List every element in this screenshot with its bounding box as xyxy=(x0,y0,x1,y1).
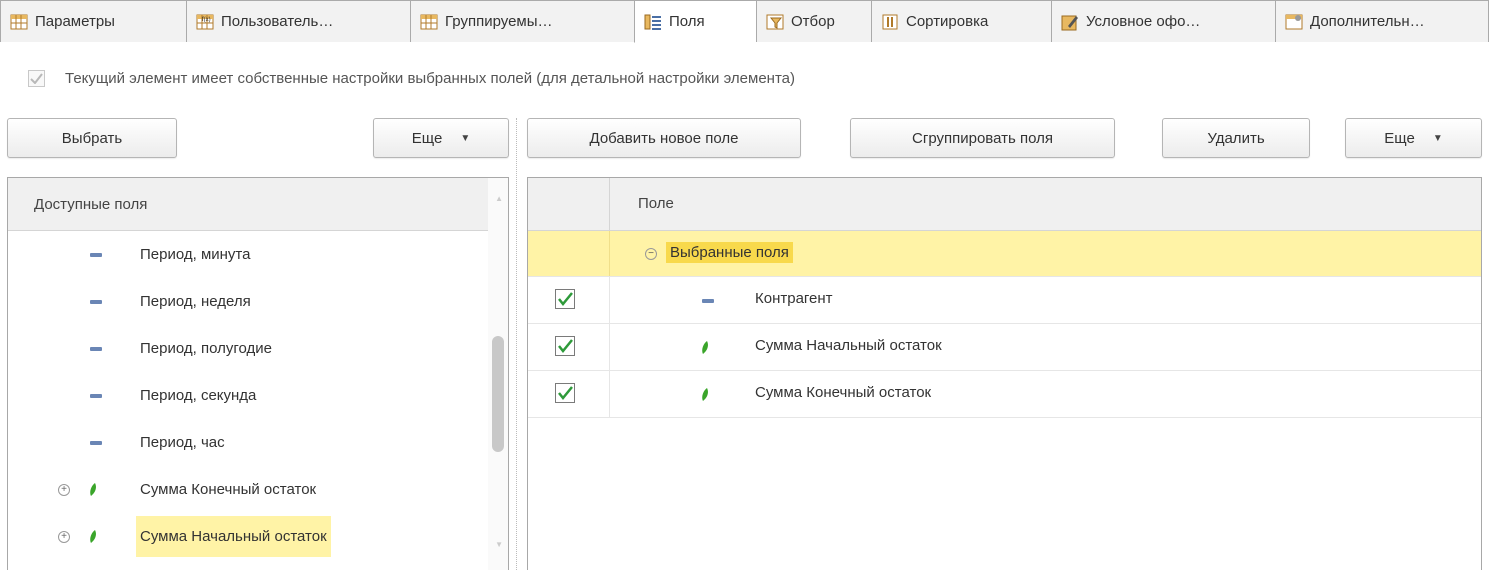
selected-field-row[interactable]: Сумма Конечный остаток xyxy=(528,371,1481,418)
table-params-icon xyxy=(9,12,35,32)
resource-icon xyxy=(702,341,709,354)
dimension-icon xyxy=(90,300,102,304)
own-settings-checkbox[interactable] xyxy=(28,70,45,87)
dimension-icon xyxy=(702,299,714,303)
resource-icon xyxy=(90,530,97,543)
available-fields-tree[interactable]: Доступные поля Период, минута Период, нед… xyxy=(7,177,509,570)
available-field-item[interactable]: Период, неделя xyxy=(8,278,508,325)
filter-icon xyxy=(765,12,791,32)
column-separator xyxy=(609,324,610,370)
add-field-label: Добавить новое поле xyxy=(589,129,739,147)
selected-fields-header: Поле xyxy=(528,178,1481,231)
tab-label: Отбор xyxy=(791,13,835,30)
tab-7[interactable]: Дополнительн… xyxy=(1275,0,1489,42)
grouping-table-icon xyxy=(419,12,445,32)
tab-4[interactable]: Отбор xyxy=(756,0,871,42)
selected-fields-table[interactable]: Поле − Выбранные поля Контрагент Сумма На… xyxy=(527,177,1482,570)
tab-1[interactable]: f(x) Пользователь… xyxy=(186,0,410,42)
selected-field-row[interactable]: Контрагент xyxy=(528,277,1481,324)
own-settings-label: Текущий элемент имеет собственные настро… xyxy=(65,70,795,87)
available-field-label: Сумма Конечный остаток xyxy=(140,481,317,498)
column-separator xyxy=(609,231,610,276)
available-field-label: Период, час xyxy=(140,434,225,451)
tab-5[interactable]: Сортировка xyxy=(871,0,1051,42)
selected-field-label: Сумма Начальный остаток xyxy=(755,337,942,354)
right-more-button[interactable]: Еще ▼ xyxy=(1345,118,1482,158)
selected-field-label: Сумма Конечный остаток xyxy=(755,384,932,401)
resource-icon xyxy=(702,388,709,401)
available-field-label: Период, неделя xyxy=(140,293,251,310)
delete-button[interactable]: Удалить xyxy=(1162,118,1310,158)
dimension-icon xyxy=(90,347,102,351)
field-use-checkbox[interactable] xyxy=(555,383,575,403)
user-fields-icon: f(x) xyxy=(195,12,221,32)
expand-icon[interactable]: + xyxy=(58,530,70,543)
tab-6[interactable]: Условное офо… xyxy=(1051,0,1275,42)
collapse-icon[interactable]: − xyxy=(645,248,657,260)
chevron-down-icon: ▼ xyxy=(1432,132,1443,144)
column-separator xyxy=(609,277,610,323)
sort-icon xyxy=(880,12,906,32)
available-fields-header: Доступные поля xyxy=(8,178,508,231)
tab-label: Условное офо… xyxy=(1086,13,1201,30)
column-separator xyxy=(609,178,610,231)
tab-3[interactable]: Поля xyxy=(634,0,756,43)
tab-label: Поля xyxy=(669,13,705,30)
available-field-label: Сумма Начальный остаток xyxy=(136,516,331,557)
available-fields-header-label: Доступные поля xyxy=(34,195,148,213)
available-field-label: Период, секунда xyxy=(140,387,257,404)
expand-icon[interactable]: + xyxy=(58,483,70,496)
select-button[interactable]: Выбрать xyxy=(7,118,177,158)
resource-icon xyxy=(90,483,97,496)
select-button-label: Выбрать xyxy=(61,129,123,147)
group-fields-button[interactable]: Сгруппировать поля xyxy=(850,118,1115,158)
delete-label: Удалить xyxy=(1207,129,1265,147)
selected-fields-group-label: Выбранные поля xyxy=(666,242,793,263)
conditional-format-icon xyxy=(1060,12,1086,32)
available-fields-scrollbar[interactable]: ▲ ▼ xyxy=(488,178,508,570)
tab-label: Параметры xyxy=(35,13,115,30)
tab-label: Дополнительн… xyxy=(1310,13,1425,30)
tab-0[interactable]: Параметры xyxy=(0,0,186,42)
available-field-label: Период, полугодие xyxy=(140,340,272,357)
chevron-down-icon: ▼ xyxy=(460,132,471,144)
available-field-item[interactable]: + Сумма Конечный остаток xyxy=(8,466,508,513)
dimension-icon xyxy=(90,441,102,445)
tab-label: Группируемы… xyxy=(445,13,553,30)
scroll-up-icon[interactable]: ▲ xyxy=(495,194,503,203)
left-more-label: Еще xyxy=(411,129,443,147)
column-separator xyxy=(609,371,610,417)
selected-field-row[interactable]: Сумма Начальный остаток xyxy=(528,324,1481,371)
fields-list-icon xyxy=(643,12,669,32)
available-field-item[interactable]: + Сумма Начальный остаток xyxy=(8,513,508,560)
field-column-header: Поле xyxy=(638,195,674,212)
dimension-icon xyxy=(90,394,102,398)
field-use-checkbox[interactable] xyxy=(555,336,575,356)
add-field-button[interactable]: Добавить новое поле xyxy=(527,118,801,158)
tab-label: Сортировка xyxy=(906,13,989,30)
available-field-label: Период, минута xyxy=(140,246,251,263)
svg-text:f(x): f(x) xyxy=(202,17,211,23)
group-fields-label: Сгруппировать поля xyxy=(912,129,1053,147)
available-field-item[interactable]: Период, час xyxy=(8,419,508,466)
tab-2[interactable]: Группируемы… xyxy=(410,0,634,42)
scroll-thumb[interactable] xyxy=(492,336,504,452)
field-use-checkbox[interactable] xyxy=(555,289,575,309)
right-more-label: Еще xyxy=(1384,129,1415,147)
available-field-item[interactable]: Период, полугодие xyxy=(8,325,508,372)
dimension-icon xyxy=(90,253,102,257)
scroll-down-icon[interactable]: ▼ xyxy=(495,540,503,549)
left-more-button[interactable]: Еще ▼ xyxy=(373,118,509,158)
tab-label: Пользователь… xyxy=(221,13,334,30)
selected-fields-group-row[interactable]: − Выбранные поля xyxy=(528,231,1481,277)
additional-settings-icon xyxy=(1284,12,1310,32)
available-field-item[interactable]: Период, секунда xyxy=(8,372,508,419)
own-settings-option[interactable]: Текущий элемент имеет собственные настро… xyxy=(28,70,795,87)
selected-field-label: Контрагент xyxy=(755,290,833,307)
settings-tabs: Параметры f(x) Пользователь… Группируемы… По… xyxy=(0,0,1489,43)
panel-divider[interactable] xyxy=(516,118,517,570)
available-field-item[interactable]: Период, минута xyxy=(8,231,508,278)
